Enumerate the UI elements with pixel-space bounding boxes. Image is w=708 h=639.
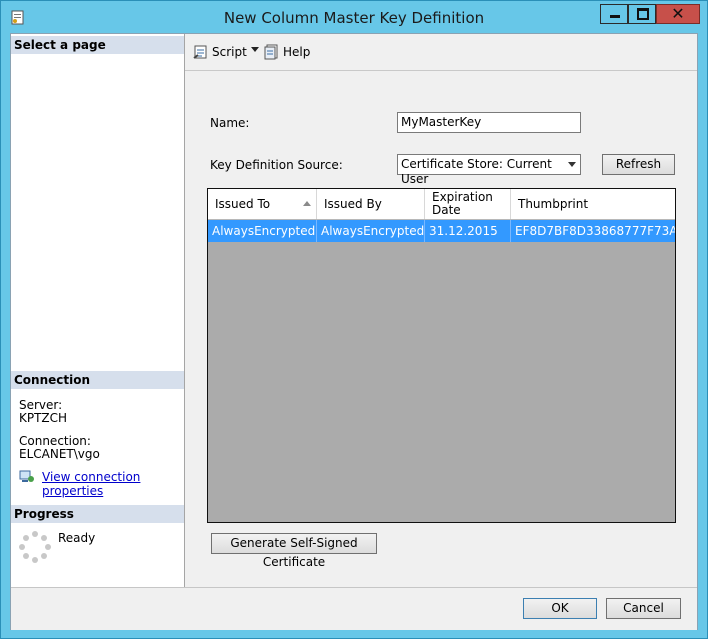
- dialog-button-bar: OK Cancel: [11, 587, 697, 630]
- progress-header: Progress: [11, 505, 184, 523]
- certificate-grid[interactable]: Issued To Issued By Expiration Date Thum…: [207, 188, 676, 523]
- key-source-label: Key Definition Source:: [210, 158, 343, 172]
- connection-value: ELCANET\vgo: [19, 447, 100, 461]
- script-button[interactable]: Script: [193, 43, 247, 61]
- dialog-window: New Column Master Key Definition ✕ Selec…: [0, 0, 708, 639]
- script-icon: [193, 45, 207, 59]
- grid-header: Issued To Issued By Expiration Date Thum…: [208, 189, 675, 220]
- name-label: Name:: [210, 116, 250, 130]
- column-header-label: Issued By: [324, 196, 382, 211]
- select-page-header: Select a page: [11, 36, 184, 54]
- table-row[interactable]: AlwaysEncryptedM... AlwaysEncryptedM... …: [208, 220, 675, 242]
- column-header-label: Expiration Date: [432, 190, 493, 217]
- column-header-label: Thumbprint: [518, 196, 589, 211]
- close-button[interactable]: ✕: [656, 4, 700, 24]
- maximize-button[interactable]: [628, 4, 656, 24]
- connection-header: Connection: [11, 371, 184, 389]
- key-source-select[interactable]: Certificate Store: Current User: [397, 154, 581, 186]
- right-pane: Script Help Name: MyMasterKey Key Defini…: [185, 34, 697, 587]
- view-connection-properties-link[interactable]: View connection properties: [42, 470, 184, 498]
- maximize-icon: [637, 8, 649, 20]
- help-label: Help: [283, 45, 311, 59]
- progress-status: Ready: [58, 531, 96, 545]
- name-input[interactable]: MyMasterKey: [397, 112, 581, 133]
- generate-self-signed-certificate-button[interactable]: Generate Self-Signed Certificate: [211, 533, 377, 569]
- refresh-button[interactable]: Refresh: [602, 154, 675, 175]
- column-header-thumbprint[interactable]: Thumbprint: [511, 189, 675, 219]
- progress-spinner-icon: [19, 531, 51, 563]
- server-label: Server:: [19, 398, 63, 412]
- server-value: KPTZCH: [19, 411, 68, 425]
- close-icon: ✕: [671, 4, 685, 23]
- help-button[interactable]: Help: [264, 43, 310, 61]
- cell-issued-to: AlwaysEncryptedM...: [208, 220, 317, 242]
- cell-thumbprint: EF8D7BF8D33868777F73A66...: [515, 224, 675, 238]
- column-header-issued-to[interactable]: Issued To: [208, 189, 317, 219]
- minimize-button[interactable]: [600, 4, 628, 24]
- left-pane: Select a page Connection Server: KPTZCH …: [11, 34, 185, 587]
- column-header-issued-by[interactable]: Issued By: [317, 189, 425, 219]
- ok-button[interactable]: OK: [523, 598, 597, 619]
- column-header-expiration-date[interactable]: Expiration Date: [425, 189, 511, 219]
- title-bar[interactable]: New Column Master Key Definition ✕: [1, 1, 707, 33]
- script-dropdown-arrow-icon[interactable]: [251, 47, 259, 52]
- script-label: Script: [212, 45, 247, 59]
- help-icon: [264, 44, 278, 60]
- cell-issued-by: AlwaysEncryptedM...: [317, 220, 425, 242]
- cell-expiration-date: 31.12.2015: [425, 220, 511, 242]
- connection-label: Connection:: [19, 434, 91, 448]
- chevron-down-icon: [568, 162, 576, 167]
- dialog-client-area: Select a page Connection Server: KPTZCH …: [10, 33, 698, 630]
- connection-properties-icon: [19, 470, 34, 482]
- minimize-icon: [610, 15, 620, 18]
- toolbar: Script Help: [185, 34, 697, 71]
- column-header-label: Issued To: [215, 196, 271, 211]
- key-source-value: Certificate Store: Current User: [401, 157, 552, 186]
- cancel-button[interactable]: Cancel: [606, 598, 681, 619]
- sort-ascending-icon: [303, 201, 311, 206]
